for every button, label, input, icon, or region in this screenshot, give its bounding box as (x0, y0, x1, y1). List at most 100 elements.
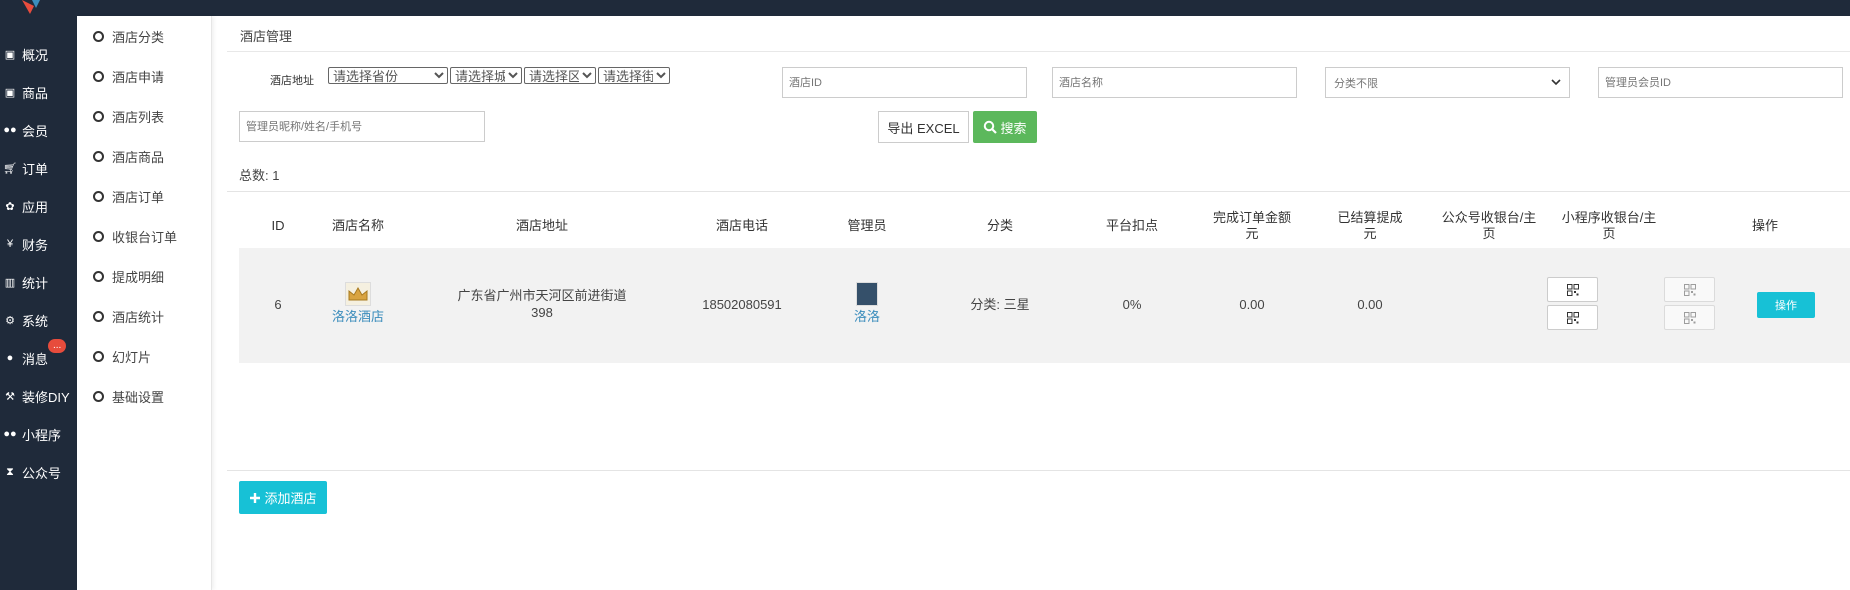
sidebar-item-overview[interactable]: ▣ 概况 (0, 39, 77, 69)
sidebar-item-label: 订单 (22, 161, 49, 177)
subnav-item-hotel-list[interactable]: 酒店列表 (93, 106, 164, 126)
export-excel-button[interactable]: 导出 EXCEL (878, 111, 969, 143)
top-bar (0, 0, 1850, 16)
sidebar-item-orders[interactable]: 🛒︎ 订单 (0, 153, 77, 183)
admin-name-link[interactable]: 洛洛 (827, 308, 907, 325)
col-header-settled: 已结算提成 元 (1337, 210, 1403, 241)
subnav-item-hotel-application[interactable]: 酒店申请 (93, 66, 164, 86)
qrcode-icon (1683, 283, 1696, 296)
hotel-name-input[interactable] (1052, 67, 1297, 98)
apps-icon: ✿ (5, 200, 15, 213)
subnav-item-commission-details[interactable]: 提成明细 (93, 266, 164, 286)
sidebar-item-stats[interactable]: ▥ 统计 (0, 267, 77, 297)
hotel-id-input[interactable] (782, 67, 1027, 98)
sidebar-item-label: 装修DIY (22, 389, 70, 405)
street-select[interactable]: 请选择街道 (598, 67, 670, 84)
cell-address: 广东省广州市天河区前进街道 398 (457, 288, 627, 320)
official-home-qr-button[interactable] (1547, 305, 1598, 330)
subnav-label: 提成明细 (112, 269, 165, 285)
sidebar-item-apps[interactable]: ✿ 应用 (0, 191, 77, 221)
sidebar-item-label: 小程序 (22, 427, 62, 443)
subnav-item-hotel-stats[interactable]: 酒店统计 (93, 306, 164, 326)
dashboard-icon: ▣ (4, 48, 16, 61)
cell-settled: 0.00 (1357, 297, 1383, 312)
sidebar-item-official-account[interactable]: ⧗ 公众号 (0, 457, 77, 487)
message-badge: ... (48, 339, 67, 353)
circle-icon (93, 30, 104, 42)
admin-avatar (856, 282, 878, 306)
bar-chart-icon: ▥ (4, 276, 16, 289)
sidebar-item-finance[interactable]: ¥ 财务 (0, 229, 77, 259)
district-select[interactable]: 请选择区域 (524, 67, 596, 84)
cell-phone: 18502080591 (702, 297, 782, 312)
circle-icon (93, 70, 104, 82)
users-icon: ●● (3, 124, 17, 136)
subnav-item-basic-settings[interactable]: 基础设置 (93, 386, 164, 406)
circle-icon (93, 390, 104, 402)
search-icon (984, 120, 998, 134)
col-header-address: 酒店地址 (515, 218, 568, 233)
qrcode-icon (1566, 311, 1579, 324)
row-action-button[interactable]: 操作 (1757, 292, 1815, 318)
province-select[interactable]: 请选择省份 (328, 67, 448, 84)
circle-icon (93, 150, 104, 162)
col-header-action: 操作 (1751, 218, 1778, 233)
sidebar-item-label: 商品 (22, 85, 49, 101)
qrcode-icon (1566, 283, 1579, 296)
breadcrumb: 酒店管理 (240, 29, 293, 44)
sidebar-item-label: 公众号 (22, 465, 62, 481)
sidebar-item-label: 统计 (22, 275, 49, 291)
search-label: 搜索 (1000, 120, 1027, 136)
sidebar-item-label: 系统 (22, 313, 49, 329)
sub-navigation: 酒店分类 酒店申请 酒店列表 酒店商品 酒店订单 收银台订单 提成明细 酒店统计… (77, 16, 212, 590)
circle-icon (93, 110, 104, 122)
export-label: 导出 EXCEL (887, 120, 960, 136)
cart-icon: 🛒︎ (3, 162, 17, 175)
cell-id: 6 (274, 297, 282, 312)
circle-icon (93, 270, 104, 282)
add-hotel-button[interactable]: 添加酒店 (239, 481, 327, 514)
subnav-item-cashier-orders[interactable]: 收银台订单 (93, 226, 177, 246)
miniprogram-cashier-qr-button[interactable] (1664, 277, 1715, 302)
col-header-completed-amount: 完成订单金额 元 (1212, 210, 1291, 241)
miniprogram-home-qr-button[interactable] (1664, 305, 1715, 330)
sidebar-item-products[interactable]: ▣ 商品 (0, 77, 77, 107)
table-bottom-divider (227, 470, 1850, 471)
table-divider (227, 191, 1850, 192)
search-button[interactable]: 搜索 (973, 111, 1037, 143)
divider (227, 51, 1850, 52)
official-cashier-qr-button[interactable] (1547, 277, 1598, 302)
admin-search-input[interactable] (239, 111, 485, 142)
product-icon: ▣ (4, 86, 16, 99)
add-hotel-label: 添加酒店 (264, 491, 317, 506)
sidebar-item-messages[interactable]: ● 消息 ... (0, 339, 77, 373)
subnav-label: 收银台订单 (112, 229, 178, 245)
wechat-icon: ●● (3, 428, 17, 440)
sidebar-item-miniprogram[interactable]: ●● 小程序 (0, 419, 77, 449)
col-header-phone: 酒店电话 (715, 218, 768, 233)
gavel-icon: ⚒ (5, 390, 15, 403)
circle-icon (93, 190, 104, 202)
plus-icon (250, 492, 261, 503)
sidebar-item-system[interactable]: ⚙ 系统 (0, 305, 77, 335)
circle-icon (93, 230, 104, 242)
subnav-item-hotel-category[interactable]: 酒店分类 (93, 26, 164, 46)
city-select[interactable]: 请选择城市 (450, 67, 522, 84)
hotel-thumbnail (345, 282, 371, 306)
admin-member-id-input[interactable] (1598, 67, 1843, 98)
subnav-item-hotel-orders[interactable]: 酒店订单 (93, 186, 164, 206)
subnav-item-slideshow[interactable]: 幻灯片 (93, 346, 151, 366)
sidebar-item-diy[interactable]: ⚒ 装修DIY (0, 381, 77, 411)
sidebar-item-label: 会员 (22, 123, 49, 139)
category-select[interactable]: 分类不限 (1325, 67, 1570, 98)
gears-icon: ⚙ (5, 314, 15, 327)
cell-category: 分类: 三星 (970, 297, 1030, 312)
subnav-label: 酒店统计 (112, 309, 165, 325)
sidebar-item-members[interactable]: ●● 会员 (0, 115, 77, 145)
subnav-item-hotel-products[interactable]: 酒店商品 (93, 146, 164, 166)
circle-icon (93, 350, 104, 362)
circle-icon (93, 310, 104, 322)
yen-icon: ¥ (6, 238, 14, 250)
row-action-label: 操作 (1775, 300, 1797, 312)
hotel-name-link[interactable]: 洛洛酒店 (308, 308, 408, 325)
